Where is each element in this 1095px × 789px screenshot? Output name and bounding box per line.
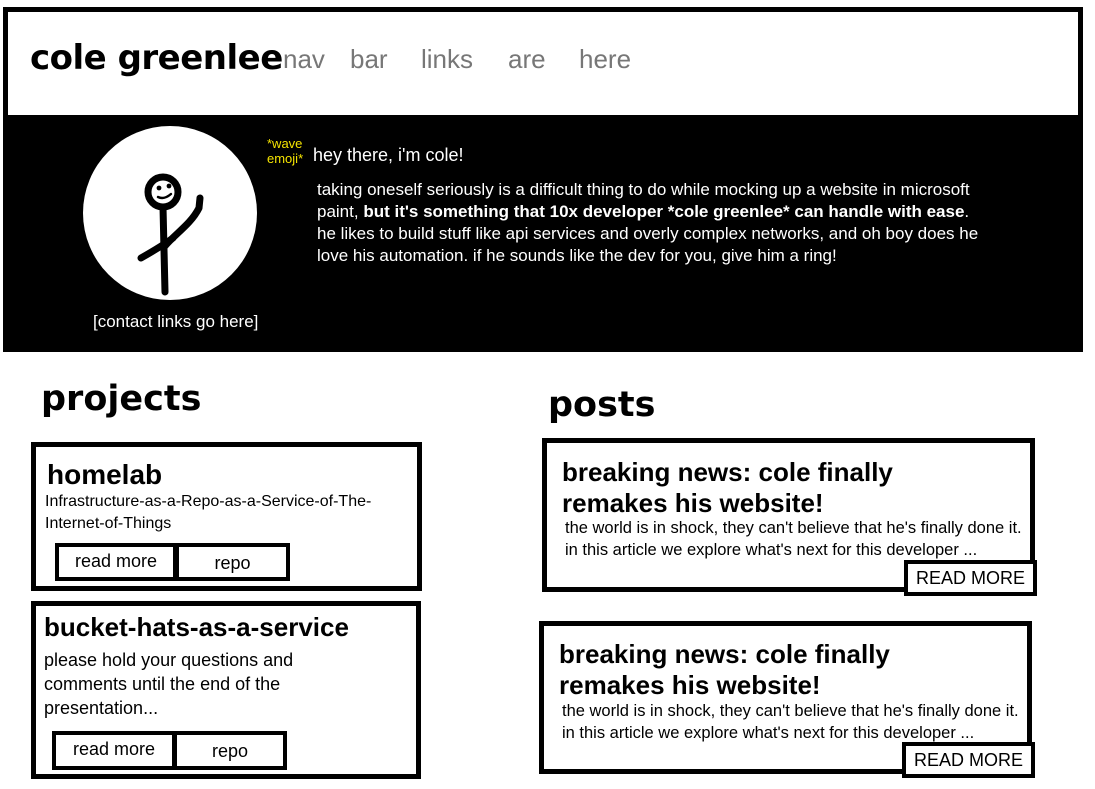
nav-link-5[interactable]: here bbox=[579, 44, 631, 75]
projects-heading: projects bbox=[41, 379, 202, 419]
nav-link-1[interactable]: nav bbox=[283, 44, 325, 75]
hero-bio: taking oneself seriously is a difficult … bbox=[317, 179, 987, 267]
post-excerpt: the world is in shock, they can't believ… bbox=[562, 702, 1019, 742]
avatar bbox=[83, 126, 257, 300]
site-header: cole greenlee nav bar links are here bbox=[3, 7, 1083, 120]
site-brand[interactable]: cole greenlee bbox=[30, 38, 283, 78]
project-description: please hold your questions and comments … bbox=[44, 650, 294, 718]
posts-heading: posts bbox=[548, 385, 656, 425]
post-card: breaking news: cole finally remakes his … bbox=[542, 438, 1037, 596]
post-card: breaking news: cole finally remakes his … bbox=[539, 621, 1035, 778]
bio-text-bold: but it's something that 10x developer *c… bbox=[363, 202, 965, 221]
contact-links[interactable]: [contact links go here] bbox=[93, 312, 258, 332]
nav-link-4[interactable]: are bbox=[508, 44, 546, 75]
project-repo-button[interactable]: repo bbox=[173, 731, 287, 770]
hero-section: [contact links go here] *wave emoji* hey… bbox=[3, 120, 1083, 352]
project-read-more-button[interactable]: read more bbox=[52, 731, 176, 770]
post-title[interactable]: breaking news: cole finally remakes his … bbox=[562, 457, 1002, 519]
post-read-more-button[interactable]: READ MORE bbox=[904, 560, 1037, 596]
post-excerpt: the world is in shock, they can't believ… bbox=[565, 519, 1022, 559]
nav-link-2[interactable]: bar bbox=[350, 44, 388, 75]
project-read-more-button[interactable]: read more bbox=[55, 543, 177, 581]
nav-link-3[interactable]: links bbox=[421, 44, 473, 75]
project-title: homelab bbox=[47, 459, 163, 490]
project-description: Infrastructure-as-a-Repo-as-a-Service-of… bbox=[45, 493, 372, 532]
stick-figure-avatar-icon bbox=[137, 173, 204, 296]
project-card-homelab: homelab Infrastructure-as-a-Repo-as-a-Se… bbox=[31, 442, 422, 591]
hero-greeting: hey there, i'm cole! bbox=[313, 145, 464, 165]
project-card-bucket-hats: bucket-hats-as-a-service please hold you… bbox=[31, 601, 421, 779]
post-read-more-button[interactable]: READ MORE bbox=[902, 742, 1035, 778]
project-repo-button[interactable]: repo bbox=[175, 543, 290, 581]
post-title[interactable]: breaking news: cole finally remakes his … bbox=[559, 639, 999, 701]
wave-emoji-note: *wave emoji* bbox=[267, 136, 304, 166]
project-title: bucket-hats-as-a-service bbox=[44, 612, 349, 642]
